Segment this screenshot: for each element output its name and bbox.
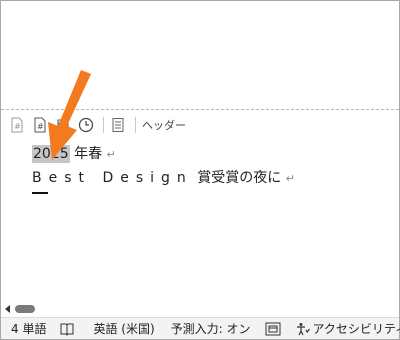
- focus-item[interactable]: [265, 318, 284, 339]
- toolbar-divider-2: [135, 117, 136, 133]
- page-number-icon[interactable]: #: [7, 115, 27, 135]
- spaced-text: Best Design: [32, 170, 193, 186]
- focus-icon: [265, 322, 280, 335]
- accessibility-icon: [296, 322, 310, 335]
- predict-item[interactable]: 予測入力: オン: [171, 318, 251, 339]
- document-line-2[interactable]: Best Design 賞受賞の夜に ↵: [32, 167, 295, 187]
- proofing-item[interactable]: [60, 318, 77, 339]
- book-icon: [60, 323, 74, 336]
- word-count-item[interactable]: 4 単語: [11, 318, 46, 339]
- paragraph-mark: ↵: [106, 148, 116, 161]
- horizontal-scrollbar[interactable]: [1, 302, 399, 316]
- toolbar-divider: [103, 117, 104, 133]
- line2-text: 賞受賞の夜に: [197, 170, 282, 186]
- header-label: ヘッダー: [142, 119, 186, 132]
- predict-text: 予測入力: オン: [170, 322, 251, 336]
- status-bar: 4 単語 英語 (米国) 予測入力: オン アクセシビリティ:: [1, 317, 400, 339]
- accessibility-text: アクセシビリティ:: [312, 322, 400, 336]
- scrollbar-thumb[interactable]: [15, 305, 35, 313]
- word-count-text: 4 単語: [11, 322, 47, 336]
- language-text: 英語 (米国): [93, 322, 155, 336]
- svg-text:#: #: [14, 122, 21, 131]
- accessibility-item[interactable]: アクセシビリティ:: [296, 318, 400, 339]
- orange-arrow-icon: [48, 70, 91, 160]
- scroll-left-icon[interactable]: [5, 305, 10, 313]
- paragraph-mark-2: ↵: [285, 172, 295, 185]
- header-preview-icon[interactable]: [108, 115, 128, 135]
- language-item[interactable]: 英語 (米国): [93, 318, 154, 339]
- text-cursor-underline: [32, 192, 48, 194]
